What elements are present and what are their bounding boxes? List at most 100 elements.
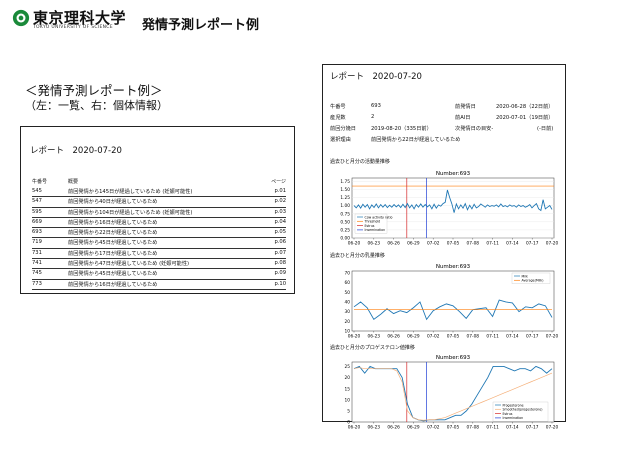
row-summary: 前回発情から22日が経過しているため — [68, 230, 158, 237]
cow-number: 693 — [32, 229, 42, 236]
y-tick-label: 0.50 — [340, 219, 350, 225]
cow-number: 741 — [32, 260, 42, 267]
list-row[interactable]: 693 前回発情から22日が経過しているため p.05 — [32, 228, 286, 239]
activity-chart: Number:6930.000.250.500.751.001.251.501.… — [340, 171, 558, 247]
next-estrus-label: 次発情日の目安- — [455, 126, 494, 132]
cow-number: 745 — [32, 270, 42, 277]
y-tick-label: 5 — [347, 408, 350, 414]
y-tick-label: 10 — [345, 397, 351, 403]
cow-number: 545 — [32, 188, 42, 194]
list-row[interactable]: 547 前回発情から40日が経過しているため p.02 — [32, 197, 286, 208]
last-estrus-label: 前発情日 — [455, 104, 476, 110]
next-estrus-value: (-日前) — [537, 126, 554, 132]
legend-label: Insemination — [503, 416, 524, 420]
y-tick-label: 40 — [345, 300, 351, 306]
x-tick-label: 07-05 — [447, 334, 460, 340]
last-calving-label: 前回分娩日 — [330, 126, 356, 132]
list-report-title: レポート 2020-07-20 — [30, 146, 122, 156]
x-tick-label: 07-20 — [546, 425, 559, 431]
last-ai-label: 前AI日 — [455, 115, 471, 121]
x-tick-label: 07-11 — [486, 334, 499, 340]
x-tick-label: 06-26 — [387, 425, 400, 431]
row-summary: 前回発情から145日が経過しているため (妊娠可能性) — [68, 189, 193, 195]
parity-label: 産児数 — [330, 115, 346, 121]
milk-chart: Number:6931020304050607006-20 06-23 06-26 0… — [345, 264, 559, 340]
y-tick-label: 1.25 — [340, 195, 350, 201]
y-tick-label: 20 — [345, 375, 351, 381]
row-summary: 前回発情から47日が経過しているため (妊娠可能性) — [68, 261, 190, 268]
page-ref: p.01 — [274, 188, 286, 194]
x-tick-label: 06-23 — [368, 425, 381, 431]
x-tick-label: 06-26 — [387, 241, 400, 247]
cow-number: 669 — [32, 218, 42, 225]
section-subtitle: （左：一覧、右：個体情報） — [25, 99, 168, 112]
x-tick-label: 07-02 — [427, 334, 440, 340]
list-report-panel: レポート 2020-07-20 牛番号 概要 ページ 545 前回発情から145日… — [20, 126, 295, 294]
list-row[interactable]: 731 前回発情から17日が経過しているため p.07 — [32, 249, 286, 260]
x-tick-label: 06-20 — [348, 241, 361, 247]
x-tick-label: 07-20 — [546, 334, 559, 340]
x-tick-label: 06-29 — [407, 425, 420, 431]
cow-number: 719 — [32, 239, 42, 246]
list-row[interactable]: 669 前回発情から16日が経過しているため p.04 — [32, 218, 286, 229]
x-tick-label: 06-26 — [387, 334, 400, 340]
page-ref: p.09 — [274, 270, 286, 277]
x-tick-label: 07-05 — [447, 241, 460, 247]
y-tick-label: 1.50 — [340, 187, 350, 193]
row-summary: 前回発情から45日が経過しているため — [68, 271, 158, 278]
x-tick-label: 06-20 — [348, 334, 361, 340]
x-tick-label: 07-17 — [526, 334, 539, 340]
row-summary: 前回発情から40日が経過しているため — [68, 199, 158, 206]
detail-report-title: レポート 2020-07-20 — [330, 72, 422, 82]
page-ref: p.05 — [274, 229, 286, 236]
page-ref: p.03 — [274, 208, 286, 215]
legend-label: Insemination — [365, 228, 386, 232]
detail-report-panel: レポート 2020-07-20 牛番号 693 産児数 2 前回分娩日 2019… — [322, 64, 566, 431]
cow-number: 595 — [32, 208, 42, 215]
row-summary: 前回発情から17日が経過しているため — [68, 250, 158, 257]
x-tick-label: 06-23 — [368, 334, 381, 340]
legend-label: Average(Milk) — [522, 279, 544, 283]
x-tick-label: 07-02 — [427, 425, 440, 431]
x-tick-label: 07-14 — [506, 334, 519, 340]
x-tick-label: 07-11 — [486, 241, 499, 247]
y-tick-label: 60 — [345, 280, 351, 286]
chart-title: Number:693 — [436, 171, 471, 177]
x-tick-label: 07-17 — [526, 425, 539, 431]
cow-no-value: 693 — [371, 103, 381, 109]
page-ref: p.10 — [274, 280, 286, 287]
page-ref: p.02 — [274, 198, 286, 205]
parity-value: 2 — [371, 114, 375, 120]
progesterone-chart: Number:693051015202506-20 06-23 06-26 06-29… — [345, 355, 559, 431]
y-tick-label: 50 — [345, 290, 351, 296]
last-estrus-value: 2020-06-28（22日前） — [496, 104, 554, 110]
reason-label: 選択理由 — [330, 137, 351, 143]
row-summary: 前回発情から45日が経過しているため — [68, 240, 158, 247]
list-row[interactable]: 719 前回発情から45日が経過しているため p.06 — [32, 238, 286, 249]
x-tick-label: 07-02 — [427, 241, 440, 247]
y-tick-label: 20 — [345, 319, 351, 325]
list-row[interactable]: 745 前回発情から45日が経過しているため p.09 — [32, 269, 286, 280]
x-tick-label: 07-08 — [467, 334, 480, 340]
page-ref: p.07 — [274, 249, 286, 256]
x-tick-label: 07-14 — [506, 241, 519, 247]
y-tick-label: 70 — [345, 271, 351, 277]
x-tick-label: 07-08 — [467, 425, 480, 431]
x-tick-label: 06-20 — [348, 425, 361, 431]
list-row[interactable]: 741 前回発情から47日が経過しているため (妊娠可能性) p.08 — [32, 259, 286, 270]
y-tick-label: 30 — [345, 309, 351, 315]
y-tick-label: 1.00 — [340, 203, 350, 209]
x-tick-label: 07-11 — [486, 425, 499, 431]
list-row[interactable]: 545 前回発情から145日が経過しているため (妊娠可能性) p.01 — [32, 187, 286, 198]
reason-value: 前回発情から22日が経過しているため — [371, 137, 461, 143]
x-tick-label: 07-14 — [506, 425, 519, 431]
chart-title: Number:693 — [436, 264, 471, 270]
activity-chart-caption: 過去ひと月分の活動量推移 — [330, 159, 390, 165]
progesterone-chart-caption: 過去ひと月分のプロゲステロン値推移 — [330, 345, 415, 351]
list-row[interactable]: 773 前回発情から16日が経過しているため p.10 — [32, 280, 286, 290]
x-tick-label: 06-29 — [407, 241, 420, 247]
row-summary: 前回発情から16日が経過しているため — [68, 219, 158, 226]
list-row[interactable]: 595 前回発情から104日が経過しているため (妊娠可能性) p.03 — [32, 208, 286, 218]
cow-number: 547 — [32, 198, 42, 205]
x-tick-label: 07-08 — [467, 241, 480, 247]
